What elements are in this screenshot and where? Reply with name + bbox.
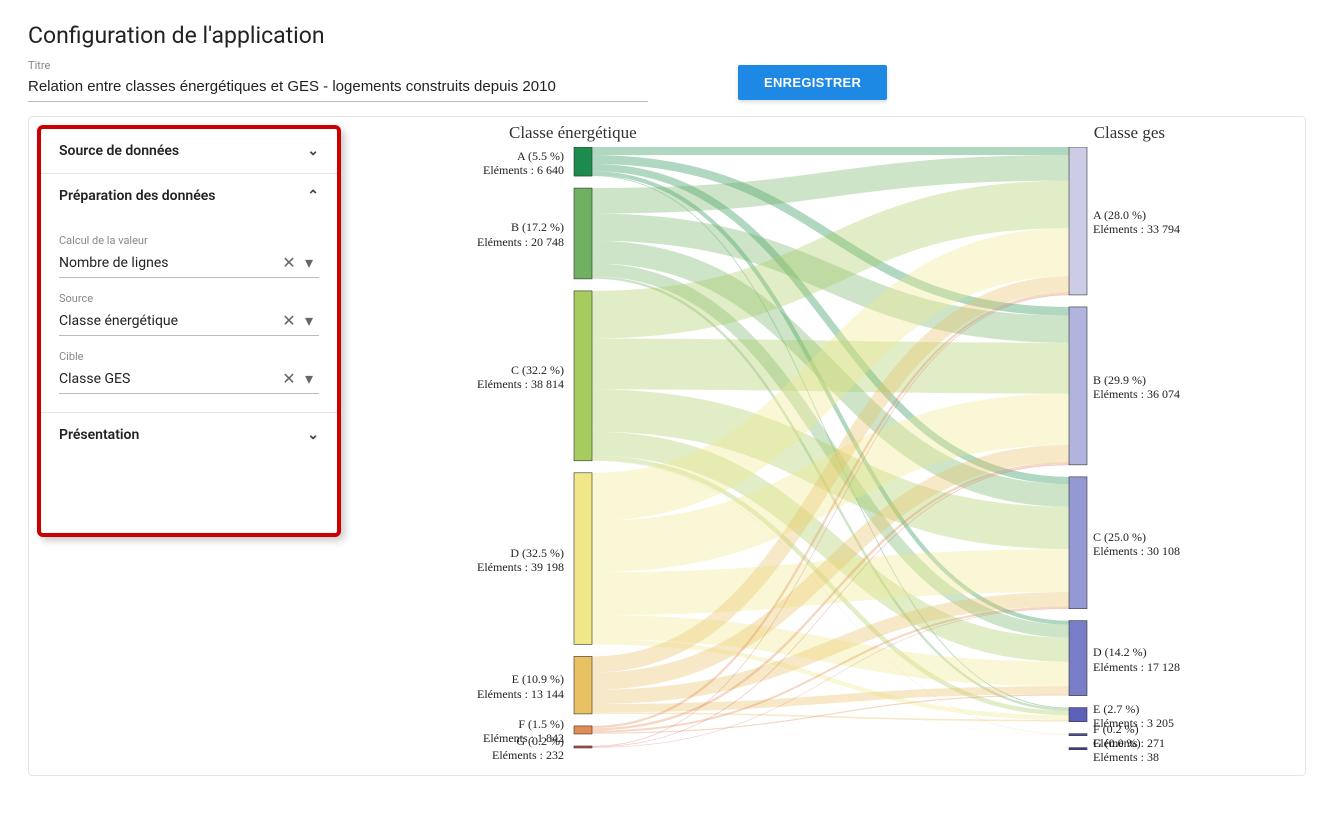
right-column-title: Classe ges (1094, 123, 1165, 143)
right-node-label: B (29.9 %)Eléments : 36 074 (1093, 373, 1180, 402)
right-node-label: A (28.0 %)Eléments : 33 794 (1093, 208, 1180, 237)
source-select[interactable]: Classe énergétique ✕ ▾ (59, 307, 319, 336)
title-input[interactable] (28, 74, 648, 102)
clear-icon[interactable]: ✕ (279, 311, 299, 330)
right-node-label: C (25.0 %)Eléments : 30 108 (1093, 530, 1180, 559)
accordion-label: Préparation des données (59, 188, 216, 204)
left-node-label: B (17.2 %)Eléments : 20 748 (364, 220, 564, 249)
left-node-label: D (32.5 %)Eléments : 39 198 (364, 546, 564, 575)
select-value: Classe énergétique (59, 313, 279, 329)
dropdown-icon[interactable]: ▾ (299, 253, 319, 272)
accordion-presentation[interactable]: Présentation ⌄ (41, 413, 337, 457)
target-label: Cible (59, 350, 319, 363)
chevron-down-icon: ⌄ (307, 143, 319, 159)
title-field-label: Titre (28, 59, 648, 72)
left-column-title: Classe énergétique (509, 123, 637, 143)
select-value: Classe GES (59, 371, 279, 387)
config-panel: Source de données ⌄ Préparation des donn… (37, 125, 341, 537)
right-node-label: G (0.0 %)Eléments : 38 (1093, 736, 1159, 765)
left-node-label: E (10.9 %)Eléments : 13 144 (364, 672, 564, 701)
clear-icon[interactable]: ✕ (279, 369, 299, 388)
save-button[interactable]: ENREGISTRER (738, 65, 887, 100)
right-node-label: D (14.2 %)Eléments : 17 128 (1093, 645, 1180, 674)
clear-icon[interactable]: ✕ (279, 253, 299, 272)
target-select[interactable]: Classe GES ✕ ▾ (59, 365, 319, 394)
calc-value-label: Calcul de la valeur (59, 234, 319, 247)
left-node-label: G (0.2 %)Eléments : 232 (364, 734, 564, 763)
accordion-source-donnees[interactable]: Source de données ⌄ (41, 129, 337, 173)
accordion-label: Présentation (59, 427, 139, 443)
accordion-preparation-donnees[interactable]: Préparation des données ⌃ (41, 174, 337, 218)
left-node-label: A (5.5 %)Eléments : 6 640 (364, 149, 564, 178)
dropdown-icon[interactable]: ▾ (299, 311, 319, 330)
sankey-chart: Classe énergétique Classe ges A (5.5 %)E… (349, 117, 1305, 775)
main-area: Source de données ⌄ Préparation des donn… (28, 116, 1306, 776)
accordion-label: Source de données (59, 143, 179, 159)
chevron-up-icon: ⌃ (307, 188, 319, 204)
calc-value-select[interactable]: Nombre de lignes ✕ ▾ (59, 249, 319, 278)
dropdown-icon[interactable]: ▾ (299, 369, 319, 388)
page-title: Configuration de l'application (28, 22, 1306, 49)
left-node-label: C (32.2 %)Eléments : 38 814 (364, 363, 564, 392)
chevron-down-icon: ⌄ (307, 427, 319, 443)
select-value: Nombre de lignes (59, 255, 279, 271)
source-label: Source (59, 292, 319, 305)
